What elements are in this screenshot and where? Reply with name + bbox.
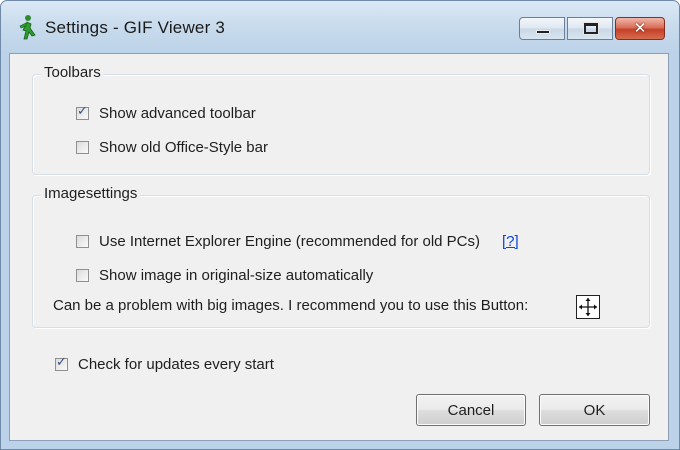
original-size-button[interactable]: [576, 295, 600, 319]
imagesettings-group-label: Imagesettings: [41, 185, 141, 202]
show-old-office-style-bar-option[interactable]: Show old Office-Style bar: [76, 139, 268, 156]
close-button[interactable]: ✕: [615, 17, 665, 40]
close-icon: ✕: [633, 19, 647, 37]
show-original-size-label: Show image in original-size automaticall…: [99, 267, 374, 284]
show-advanced-toolbar-option[interactable]: Show advanced toolbar: [76, 104, 256, 122]
toolbars-group: Toolbars: [32, 64, 650, 175]
show-advanced-toolbar-label: Show advanced toolbar: [99, 105, 256, 122]
minimize-icon: [536, 30, 550, 34]
big-images-note: Can be a problem with big images. I reco…: [53, 297, 529, 314]
cancel-button[interactable]: Cancel: [416, 394, 526, 426]
use-ie-engine-checkbox[interactable]: [76, 235, 89, 248]
toolbars-group-label: Toolbars: [41, 64, 104, 81]
title-bar[interactable]: Settings - GIF Viewer 3 ✕: [1, 1, 679, 53]
show-advanced-toolbar-checkbox[interactable]: [76, 104, 89, 120]
minimize-button[interactable]: [519, 17, 565, 40]
maximize-icon: [583, 22, 599, 35]
running-man-icon: [19, 15, 36, 40]
maximize-button[interactable]: [567, 17, 613, 40]
show-old-office-style-bar-checkbox[interactable]: [76, 141, 89, 154]
check-updates-label: Check for updates every start: [78, 356, 274, 373]
use-ie-engine-label[interactable]: Use Internet Explorer Engine (recommende…: [99, 233, 480, 250]
window-title: Settings - GIF Viewer 3: [45, 18, 226, 37]
ie-engine-help-link[interactable]: [?]: [502, 233, 519, 250]
show-old-office-style-bar-label: Show old Office-Style bar: [99, 139, 268, 156]
dialog-client-area: Toolbars Show advanced toolbar Show old …: [9, 53, 669, 441]
check-updates-checkbox[interactable]: [55, 355, 68, 371]
use-ie-engine-option: Use Internet Explorer Engine (recommende…: [76, 233, 519, 250]
settings-window: Settings - GIF Viewer 3 ✕ Toolbars Show …: [0, 0, 680, 450]
ok-button[interactable]: OK: [539, 394, 650, 426]
move-arrows-icon: [579, 298, 597, 316]
check-updates-option[interactable]: Check for updates every start: [55, 355, 274, 373]
show-original-size-option[interactable]: Show image in original-size automaticall…: [76, 267, 373, 284]
show-original-size-checkbox[interactable]: [76, 269, 89, 282]
